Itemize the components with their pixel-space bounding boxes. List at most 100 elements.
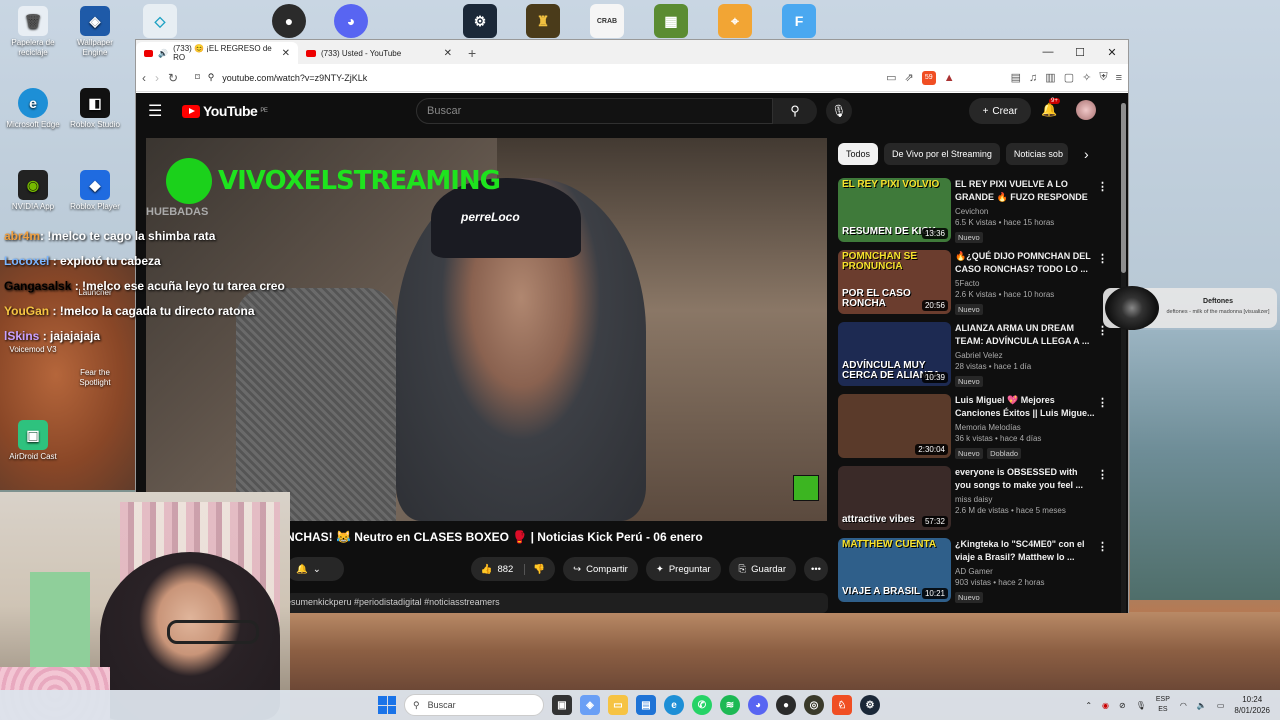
desktop-app-icon[interactable]: ◇ [143, 4, 177, 38]
recommended-video[interactable]: attractive vibes 57:32 everyone is OBSES… [838, 466, 1108, 538]
leo-icon[interactable]: ✧ [1082, 71, 1091, 84]
scrollbar[interactable] [1121, 103, 1126, 613]
taskbar-search[interactable]: ⚲ Buscar [404, 694, 544, 716]
obs-icon[interactable]: ● [272, 4, 306, 38]
reload-icon[interactable]: ↻ [168, 71, 178, 85]
media-popup[interactable]: Deftones deftones - milk of the madonna … [1103, 286, 1277, 330]
video-thumbnail[interactable]: POMNCHAN SE PRONUNCIA POR EL CASO RONCHA… [838, 250, 951, 314]
brave-icon[interactable]: ♘ [832, 695, 852, 715]
spotify-icon[interactable]: ≋ [720, 695, 740, 715]
share-icon[interactable]: ⇗ [905, 71, 914, 84]
hamburger-menu-icon[interactable]: ☰ [148, 101, 172, 121]
battery-icon[interactable]: ▭ [1217, 701, 1225, 710]
desktop-icon-edge[interactable]: e Microsoft Edge [2, 88, 64, 130]
channel-name[interactable]: AD Gamer [955, 567, 1095, 576]
tab-youtube-usted[interactable]: (733) Usted - YouTube ✕ [298, 42, 460, 64]
volume-icon[interactable]: 🔈 [1197, 701, 1207, 710]
desktop-icon-fear-the-spotlight[interactable]: Fear the Spotlight [64, 368, 126, 388]
language-indicator[interactable]: ESP ES [1156, 695, 1170, 715]
network-icon[interactable]: ⊘ [1119, 701, 1126, 710]
recommended-title[interactable]: 🔥¿QUÉ DIJO POMNCHAN DEL CASO RONCHAS? TO… [955, 250, 1095, 276]
music-icon[interactable]: ♫ [1029, 72, 1037, 84]
steam-icon[interactable]: ⚙ [463, 4, 497, 38]
vpn-icon[interactable]: ⛨ [1099, 71, 1107, 84]
game-icon[interactable]: ♜ [526, 4, 560, 38]
close-tab-icon[interactable]: ✕ [444, 48, 452, 59]
thumbs-down-icon[interactable]: 👎 [524, 563, 545, 575]
chip-noticias[interactable]: Noticias sob [1005, 143, 1068, 165]
more-options-icon[interactable]: ⋮ [1097, 540, 1108, 553]
notifications-bell-icon[interactable]: 🔔 [1041, 102, 1057, 118]
channel-name[interactable]: 5Facto [955, 279, 1095, 288]
steam-icon[interactable]: ⚙ [860, 695, 880, 715]
recommended-video[interactable]: EL REY PIXI VOLVIO RESUMEN DE KICK 13:36… [838, 178, 1108, 250]
desktop-icon-roblox-player[interactable]: ◆ Roblox Player [64, 170, 126, 212]
app-icon[interactable]: ◎ [804, 695, 824, 715]
desktop-icon-wallpaper-engine[interactable]: ◈ Wallpaper Engine [64, 6, 126, 58]
channel-name[interactable]: Gabriel Velez [955, 351, 1095, 360]
menu-icon[interactable]: ≡ [1116, 72, 1122, 84]
search-input[interactable]: Buscar [416, 98, 773, 124]
more-options-icon[interactable]: ⋮ [1097, 396, 1108, 409]
recommended-video[interactable]: ADVÍNCULA MUY CERCA DE ALIANZA 10:39 ALI… [838, 322, 1108, 394]
chevron-up-icon[interactable]: ⌃ [1085, 701, 1092, 710]
store-icon[interactable]: ▤ [636, 695, 656, 715]
new-tab-button[interactable]: + [468, 42, 476, 64]
channel-name[interactable]: Memoria Melodías [955, 423, 1095, 432]
minimize-icon[interactable]: — [1032, 40, 1064, 64]
reader-icon[interactable]: ▤ [1011, 71, 1021, 84]
recommended-video[interactable]: MATTHEW CUENTA VIAJE A BRASIL 10:21 ¿Kin… [838, 538, 1108, 610]
tab-youtube-video[interactable]: 🔊 (733) 😊 ¡EL REGRESO de RO ✕ [136, 42, 298, 64]
desktop-icon-airdroid[interactable]: ▣ AirDroid Cast [2, 420, 64, 462]
wallet-icon[interactable]: ▢ [1064, 71, 1074, 84]
file-explorer-icon[interactable]: ▭ [608, 695, 628, 715]
recommended-title[interactable]: Luis Miguel 💖 Mejores Canciones Éxitos |… [955, 394, 1095, 420]
maximize-icon[interactable]: ☐ [1064, 40, 1096, 64]
mic-tray-icon[interactable]: 🎙 [1136, 701, 1146, 710]
recommended-title[interactable]: everyone is OBSESSED with you songs to m… [955, 466, 1095, 492]
save-button[interactable]: ⎘ Guardar [728, 557, 797, 581]
back-icon[interactable]: ‹ [142, 71, 146, 85]
bookmark-icon[interactable]: ⌑ [195, 72, 200, 83]
discord-icon[interactable]: ◕ [748, 695, 768, 715]
close-tab-icon[interactable]: ✕ [282, 48, 290, 59]
brave-shield-icon[interactable]: 59 [921, 70, 936, 85]
close-window-icon[interactable]: ✕ [1096, 40, 1128, 64]
task-view-icon[interactable]: ▣ [552, 695, 572, 715]
recommended-video[interactable]: POMNCHAN SE PRONUNCIA POR EL CASO RONCHA… [838, 250, 1108, 322]
copilot-icon[interactable]: ◈ [580, 695, 600, 715]
video-thumbnail[interactable]: MATTHEW CUENTA VIAJE A BRASIL 10:21 [838, 538, 951, 602]
video-description[interactable]: esumenkickperu #periodistadigital #notic… [286, 593, 828, 613]
windows-start-icon[interactable] [378, 696, 396, 714]
chevron-right-icon[interactable]: › [1084, 146, 1089, 162]
whatsapp-icon[interactable]: ✆ [692, 695, 712, 715]
discord-icon[interactable]: ◕ [334, 4, 368, 38]
recommended-title[interactable]: ¿Kingteka lo "SC4ME0" con el viaje a Bra… [955, 538, 1095, 564]
avatar[interactable] [1076, 100, 1096, 120]
brave-rewards-icon[interactable]: ▲ [944, 72, 955, 84]
f-app-icon[interactable]: F [782, 4, 816, 38]
youtube-logo[interactable]: YouTube PE [182, 103, 268, 119]
voice-search-button[interactable]: 🎙 [826, 98, 852, 124]
subscribe-bell-button[interactable]: 🔔 ⌄ [286, 557, 344, 581]
more-options-icon[interactable]: ⋮ [1097, 468, 1108, 481]
recommended-title[interactable]: EL REY PIXI VUELVE A LO GRANDE 🔥 FUZO RE… [955, 178, 1095, 204]
like-button[interactable]: 👍 882 👎 [470, 557, 556, 581]
clock[interactable]: 10:24 8/01/2026 [1234, 694, 1270, 716]
scrollbar-thumb[interactable] [1121, 103, 1126, 273]
channel-name[interactable]: Cevichon [955, 207, 1095, 216]
more-actions-button[interactable]: ••• [804, 557, 828, 581]
tray-app-icon[interactable]: ◉ [1102, 701, 1109, 710]
cast-icon[interactable]: ▭ [886, 71, 896, 84]
search-button[interactable]: ⚲ [773, 98, 817, 124]
minecraft-icon[interactable]: ▦ [654, 4, 688, 38]
url-field[interactable]: ⌑ ⚲ youtube.com/watch?v=z9NTY-ZjKLk [195, 72, 695, 83]
sidebar-icon[interactable]: ▥ [1045, 71, 1055, 84]
site-info-icon[interactable]: ⚲ [208, 72, 215, 83]
forward-icon[interactable]: › [155, 71, 159, 85]
desktop-icon-roblox-studio[interactable]: ◧ Roblox Studio [64, 88, 126, 130]
share-button[interactable]: ↪ Compartir [563, 557, 638, 581]
video-thumbnail[interactable]: ADVÍNCULA MUY CERCA DE ALIANZA 10:39 [838, 322, 951, 386]
video-thumbnail[interactable]: 2:30:04 [838, 394, 951, 458]
more-options-icon[interactable]: ⋮ [1097, 252, 1108, 265]
